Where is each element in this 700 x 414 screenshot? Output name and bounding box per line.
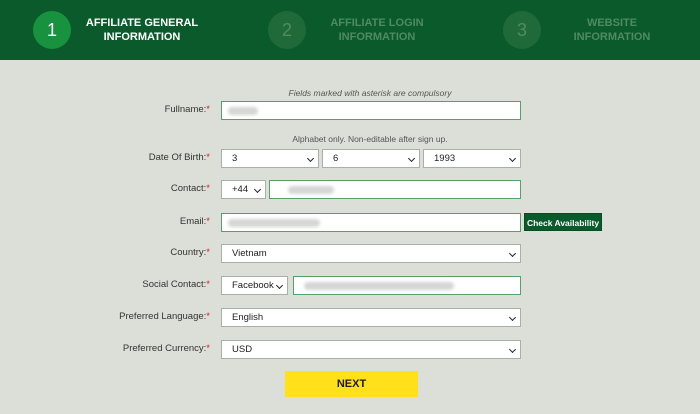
dob-day-select[interactable]: 3	[221, 149, 319, 168]
currency-label: Preferred Currency:*	[123, 341, 210, 357]
required-mark: *	[206, 183, 210, 194]
chevron-down-icon	[508, 249, 517, 258]
required-mark: *	[206, 311, 210, 322]
dob-month-value: 6	[333, 153, 339, 164]
contact-label: Contact:*	[171, 181, 210, 197]
stepper-header: 1 AFFILIATE GENERAL INFORMATION 2 AFFILI…	[0, 0, 700, 60]
social-platform-value: Facebook	[232, 280, 274, 291]
step-1: 1 AFFILIATE GENERAL INFORMATION	[33, 10, 201, 50]
dob-month-select[interactable]: 6	[322, 149, 420, 168]
step-label-2-line1: AFFILIATE LOGIN	[330, 17, 424, 29]
step-number-2: 2	[268, 11, 306, 49]
step-label-2: AFFILIATE LOGIN INFORMATION	[318, 16, 436, 44]
chevron-down-icon	[275, 281, 284, 290]
country-label-text: Country:	[170, 247, 207, 258]
contact-label-text: Contact:	[170, 183, 207, 194]
language-value: English	[232, 312, 264, 323]
dob-year-select[interactable]: 1993	[423, 149, 521, 168]
dob-year-value: 1993	[434, 153, 456, 164]
compulsory-note: Fields marked with asterisk are compulso…	[288, 88, 452, 98]
required-mark: *	[206, 247, 210, 258]
fullname-label-text: Fullname:	[164, 104, 207, 115]
email-label-text: Email:	[179, 216, 207, 227]
check-availability-button[interactable]: Check Availability	[524, 213, 602, 231]
required-mark: *	[206, 216, 210, 227]
redacted-email	[228, 219, 320, 227]
dob-label: Date Of Birth:*	[149, 150, 210, 166]
required-mark: *	[206, 152, 210, 163]
required-mark: *	[206, 104, 210, 115]
language-select[interactable]: English	[221, 308, 521, 327]
redacted-social-contact	[304, 282, 454, 290]
contact-number-input[interactable]	[269, 180, 521, 199]
required-mark: *	[206, 343, 210, 354]
next-button[interactable]: NEXT	[285, 371, 418, 397]
currency-label-text: Preferred Currency:	[122, 343, 207, 354]
country-code-select[interactable]: +44	[221, 180, 266, 199]
dob-day-value: 3	[232, 153, 238, 164]
alphabet-note: Alphabet only. Non-editable after sign u…	[292, 134, 448, 144]
step-label-2-line2: INFORMATION	[338, 31, 416, 43]
language-label: Preferred Language:*	[119, 309, 210, 325]
email-input[interactable]	[221, 213, 521, 232]
redacted-contact	[288, 186, 334, 194]
step-label-1-line2: INFORMATION	[103, 31, 181, 43]
social-contact-label: Social Contact:*	[142, 277, 210, 293]
step-label-3-line1: WEBSITE	[586, 17, 638, 29]
currency-value: USD	[232, 344, 253, 355]
chevron-down-icon	[508, 345, 517, 354]
step-2: 2 AFFILIATE LOGIN INFORMATION	[268, 10, 436, 50]
step-3: 3 WEBSITE INFORMATION	[503, 10, 671, 50]
chevron-down-icon	[508, 313, 517, 322]
chevron-down-icon	[306, 154, 315, 163]
chevron-down-icon	[508, 154, 517, 163]
step-number-1: 1	[33, 11, 71, 49]
chevron-down-icon	[407, 154, 416, 163]
social-contact-label-text: Social Contact:	[142, 279, 207, 290]
country-select[interactable]: Vietnam	[221, 244, 521, 263]
fullname-label: Fullname:*	[165, 102, 210, 118]
dob-label-text: Date Of Birth:	[148, 152, 207, 163]
language-label-text: Preferred Language:	[119, 311, 207, 322]
fullname-input[interactable]	[221, 101, 521, 120]
social-platform-select[interactable]: Facebook	[221, 276, 288, 295]
redacted-fullname	[228, 107, 258, 115]
country-value: Vietnam	[232, 248, 267, 259]
country-code-value: +44	[232, 184, 249, 195]
step-number-3: 3	[503, 11, 541, 49]
step-label-3-line2: INFORMATION	[573, 31, 651, 43]
social-contact-input[interactable]	[293, 276, 521, 295]
step-label-3: WEBSITE INFORMATION	[553, 16, 671, 44]
email-label: Email:*	[180, 214, 210, 230]
required-mark: *	[206, 279, 210, 290]
country-label: Country:*	[170, 245, 210, 261]
step-label-1-line1: AFFILIATE GENERAL	[85, 17, 199, 29]
step-label-1: AFFILIATE GENERAL INFORMATION	[83, 16, 201, 44]
chevron-down-icon	[253, 185, 262, 194]
currency-select[interactable]: USD	[221, 340, 521, 359]
